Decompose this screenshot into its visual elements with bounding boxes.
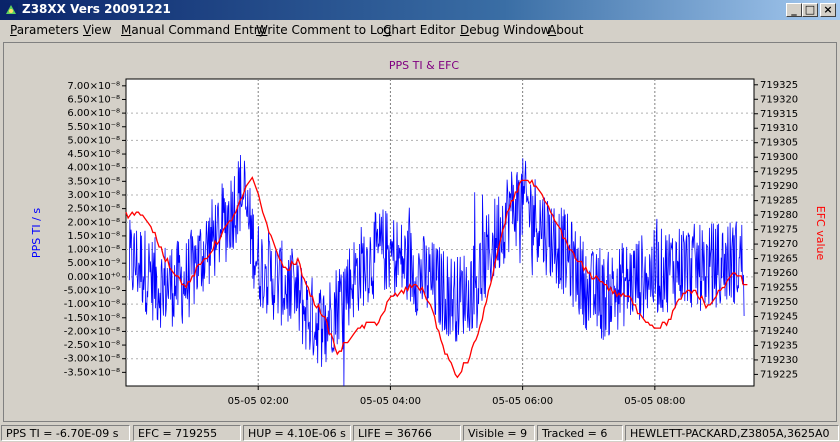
chart-panel: PPS TI & EFC 7.00×10⁻⁸ 6.50×10⁻⁸ 6.00×10⁻⁸… — [3, 42, 837, 422]
left-tick-label: -1.50×10⁻⁸ — [64, 313, 120, 324]
right-tick-label: 719325 — [760, 80, 798, 91]
app-icon — [4, 3, 18, 17]
left-tick-label: 7.00×10⁻⁸ — [67, 81, 120, 92]
status-efc: EFC = 719255 — [133, 425, 241, 441]
x-axis: 05-05 02:00 05-05 04:00 05-05 06:00 05-05 0… — [228, 386, 685, 407]
right-tick-label: 719320 — [760, 94, 798, 105]
menu-parameters[interactable]: Parameters — [10, 23, 79, 37]
left-tick-label: 6.00×10⁻⁸ — [67, 108, 120, 119]
x-tick-label: 05-05 04:00 — [360, 396, 421, 407]
right-tick-label: 719305 — [760, 138, 798, 149]
x-tick-label: 05-05 02:00 — [228, 396, 289, 407]
right-tick-label: 719260 — [760, 268, 798, 279]
menu-bar: Parameters View Manual Command Entry Wri… — [0, 20, 840, 40]
left-tick-label: 4.50×10⁻⁸ — [67, 149, 120, 160]
right-tick-label: 719235 — [760, 340, 798, 351]
left-tick-label: 1.00×10⁻⁸ — [67, 245, 120, 256]
left-tick-label: -3.50×10⁻⁸ — [64, 367, 120, 378]
left-tick-label: -5.00×10⁻⁹ — [64, 285, 120, 296]
menu-manual-command-entry[interactable]: Manual Command Entry — [121, 23, 266, 37]
left-axis-label: PPS TI / s — [30, 208, 43, 258]
left-tick-label: 6.50×10⁻⁸ — [67, 94, 120, 105]
menu-chart-editor[interactable]: Chart Editor — [383, 23, 455, 37]
left-tick-label: 1.50×10⁻⁸ — [67, 231, 120, 242]
left-tick-label: 4.00×10⁻⁸ — [67, 163, 120, 174]
right-tick-label: 719225 — [760, 369, 798, 380]
chart: PPS TI & EFC 7.00×10⁻⁸ 6.50×10⁻⁸ 6.00×10⁻⁸… — [30, 59, 827, 407]
right-tick-label: 719295 — [760, 167, 798, 178]
status-tracked: Tracked = 6 — [537, 425, 623, 441]
minimize-button[interactable]: _ — [786, 3, 802, 17]
menu-about[interactable]: About — [548, 23, 584, 37]
left-tick-label: -2.00×10⁻⁸ — [64, 326, 120, 337]
right-tick-label: 719240 — [760, 326, 798, 337]
x-tick-label: 05-05 06:00 — [492, 396, 553, 407]
left-tick-label: 0.00×10⁺⁰ — [67, 272, 120, 283]
right-tick-label: 719285 — [760, 196, 798, 207]
status-device-id: HEWLETT-PACKARD,Z3805A,3625A0 — [625, 425, 839, 441]
left-tick-label: -3.00×10⁻⁸ — [64, 354, 120, 365]
maximize-button[interactable]: □ — [802, 3, 818, 17]
left-tick-label: 3.00×10⁻⁸ — [67, 190, 120, 201]
right-axis-label: EFC value — [814, 206, 827, 261]
right-tick-label: 719265 — [760, 254, 798, 265]
left-tick-label: -1.00×10⁻⁸ — [64, 299, 120, 310]
chart-title: PPS TI & EFC — [389, 59, 460, 72]
left-axis: 7.00×10⁻⁸ 6.50×10⁻⁸ 6.00×10⁻⁸ 5.50×10⁻⁸ 5.00… — [64, 81, 126, 378]
right-axis: 719325 719320 719315 719310 719305 719300 7192… — [754, 80, 798, 380]
close-button[interactable]: × — [820, 3, 836, 17]
window-title: Z38XX Vers 20091221 — [22, 2, 171, 16]
right-tick-label: 719255 — [760, 283, 798, 294]
menu-write-comment-to-log[interactable]: Write Comment to Log — [256, 23, 391, 37]
status-hup: HUP = 4.10E-06 s — [243, 425, 351, 441]
right-tick-label: 719315 — [760, 109, 798, 120]
right-tick-label: 719275 — [760, 225, 798, 236]
title-bar: Z38XX Vers 20091221 _ □ × — [0, 0, 840, 20]
status-pps-ti: PPS TI = -6.70E-09 s — [1, 425, 130, 441]
status-bar: PPS TI = -6.70E-09 s EFC = 719255 HUP = … — [0, 424, 840, 442]
right-tick-label: 719280 — [760, 210, 798, 221]
menu-debug-window[interactable]: Debug Window — [460, 23, 551, 37]
left-tick-label: 2.00×10⁻⁸ — [67, 217, 120, 228]
menu-view[interactable]: View — [83, 23, 111, 37]
x-tick-label: 05-05 08:00 — [624, 396, 685, 407]
right-tick-label: 719245 — [760, 311, 798, 322]
right-tick-label: 719250 — [760, 297, 798, 308]
right-tick-label: 719310 — [760, 123, 798, 134]
left-tick-label: 2.50×10⁻⁸ — [67, 204, 120, 215]
right-tick-label: 719270 — [760, 239, 798, 250]
status-visible: Visible = 9 — [463, 425, 535, 441]
left-tick-label: 5.00×10⁻⁹ — [67, 258, 120, 269]
left-tick-label: 5.00×10⁻⁸ — [67, 135, 120, 146]
right-tick-label: 719290 — [760, 181, 798, 192]
left-tick-label: 3.50×10⁻⁸ — [67, 176, 120, 187]
status-life: LIFE = 36766 — [353, 425, 461, 441]
left-tick-label: 5.50×10⁻⁸ — [67, 122, 120, 133]
right-tick-label: 719300 — [760, 152, 798, 163]
left-tick-label: -2.50×10⁻⁸ — [64, 340, 120, 351]
right-tick-label: 719230 — [760, 355, 798, 366]
